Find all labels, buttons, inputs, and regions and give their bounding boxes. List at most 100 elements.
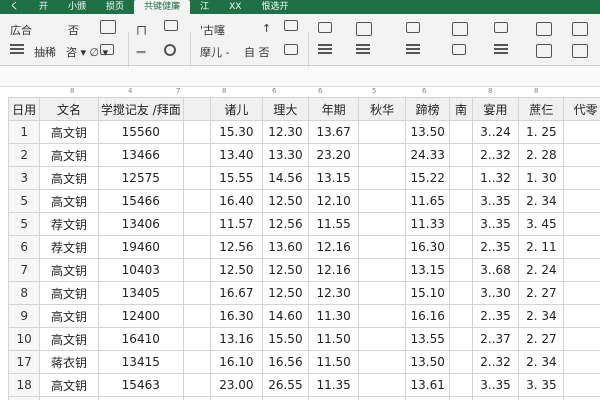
table-cell[interactable]: [563, 189, 600, 213]
ribbon-btn-name[interactable]: '古噻: [200, 22, 225, 38]
ribbon-btn-define[interactable]: 摩儿 -: [200, 44, 229, 60]
window-icon[interactable]: [572, 22, 588, 36]
table-cell[interactable]: [449, 235, 473, 259]
table-cell[interactable]: [182, 396, 211, 400]
table-cell[interactable]: 24.33: [404, 143, 451, 167]
table-cell[interactable]: 12.30: [261, 120, 309, 144]
table-cell[interactable]: [449, 327, 473, 351]
table-cell[interactable]: [563, 396, 600, 400]
row-number[interactable]: 5: [7, 212, 41, 236]
table-cell[interactable]: [182, 373, 211, 397]
table-cell[interactable]: 12.56: [261, 212, 309, 236]
table-cell[interactable]: [358, 212, 406, 236]
table-cell[interactable]: 12.30: [307, 281, 360, 305]
table-cell[interactable]: 2..35: [471, 235, 520, 259]
column-header[interactable]: 诸儿: [209, 97, 263, 121]
table-cell[interactable]: 2. 11: [518, 235, 565, 259]
paint-icon[interactable]: [406, 22, 420, 33]
tab-data[interactable]: 江: [190, 0, 219, 14]
table-cell[interactable]: 13.15: [404, 258, 451, 282]
table-cell[interactable]: 3..35: [471, 212, 520, 236]
table-cell[interactable]: 11.55: [307, 212, 360, 236]
ribbon-btn-merge[interactable]: 広合: [10, 22, 32, 38]
table-cell[interactable]: 3. 35: [518, 373, 565, 397]
table-cell[interactable]: 12400: [97, 304, 184, 328]
column-header[interactable]: 秋华: [358, 97, 406, 121]
table-cell[interactable]: 高文钥: [39, 189, 99, 213]
table-cell[interactable]: 3..68: [471, 258, 520, 282]
table-cell[interactable]: [209, 396, 263, 400]
table-cell[interactable]: [449, 166, 473, 190]
table-cell[interactable]: 11.33: [404, 212, 451, 236]
menu-icon[interactable]: [494, 44, 508, 54]
table-cell[interactable]: [471, 396, 520, 400]
column-header[interactable]: 南: [449, 97, 473, 121]
table-cell[interactable]: [563, 304, 600, 328]
table-cell[interactable]: 16.40: [209, 189, 263, 213]
table-cell[interactable]: 2. 27: [518, 327, 565, 351]
page-icon[interactable]: [494, 22, 508, 33]
table-cell[interactable]: 12.50: [261, 189, 309, 213]
table-cell[interactable]: [563, 373, 600, 397]
table-cell[interactable]: [358, 396, 406, 400]
table-cell[interactable]: [563, 327, 600, 351]
table-cell[interactable]: 3..30: [471, 281, 520, 305]
table-cell[interactable]: 12.16: [307, 258, 360, 282]
column-header[interactable]: 学搅记友 /拜面: [97, 97, 184, 121]
table-cell[interactable]: 13415: [97, 350, 184, 374]
table-cell[interactable]: 13.16: [209, 327, 263, 351]
table-cell[interactable]: 11.57: [209, 212, 263, 236]
tab-file[interactable]: 开: [29, 0, 58, 14]
table-cell[interactable]: [449, 373, 473, 397]
table-cell[interactable]: 13.50: [404, 120, 451, 144]
table-cell[interactable]: 12.56: [209, 235, 263, 259]
tab-home[interactable]: 小颁: [58, 0, 96, 14]
window-2-icon[interactable]: [572, 44, 588, 58]
table-cell[interactable]: [358, 304, 406, 328]
table-cell[interactable]: [358, 120, 406, 144]
table-cell[interactable]: 2. 34: [518, 304, 565, 328]
table-cell[interactable]: 2. 34: [518, 350, 565, 374]
table-cell[interactable]: 12575: [97, 166, 184, 190]
table-cell[interactable]: 荐文钥: [39, 212, 99, 236]
table-cell[interactable]: [449, 281, 473, 305]
row-number[interactable]: 6: [7, 235, 41, 259]
table-cell[interactable]: 11.30: [307, 304, 360, 328]
table-cell[interactable]: [358, 189, 406, 213]
table-cell[interactable]: 15.10: [404, 281, 451, 305]
column-header[interactable]: [182, 97, 211, 121]
table-cell[interactable]: 16.30: [404, 235, 451, 259]
table-cell[interactable]: 11.50: [307, 327, 360, 351]
table-cell[interactable]: 高文钥: [39, 304, 99, 328]
row-number[interactable]: 5: [7, 189, 41, 213]
arrow-icon[interactable]: [318, 44, 332, 54]
table-cell[interactable]: 15466: [97, 189, 184, 213]
table-cell[interactable]: 3. 45: [518, 212, 565, 236]
table-cell[interactable]: [449, 143, 473, 167]
table-cell[interactable]: 14.60: [261, 304, 309, 328]
table-cell[interactable]: [358, 281, 406, 305]
table-cell[interactable]: [563, 120, 600, 144]
table-cell[interactable]: [449, 396, 473, 400]
table-cell[interactable]: 高文钥: [39, 258, 99, 282]
table-cell[interactable]: [358, 373, 406, 397]
table-cell[interactable]: 11.50: [307, 350, 360, 374]
table-cell[interactable]: 1. 25: [518, 120, 565, 144]
search-icon[interactable]: [164, 44, 176, 56]
table-cell[interactable]: [563, 212, 600, 236]
compare-menu[interactable]: ᆖ: [136, 44, 146, 60]
table-cell[interactable]: [563, 143, 600, 167]
table-cell[interactable]: 12162: [97, 396, 184, 400]
table-cell[interactable]: [518, 396, 565, 400]
table-cell[interactable]: [449, 189, 473, 213]
back-icon[interactable]: く: [0, 0, 29, 14]
table-cell[interactable]: [182, 235, 211, 259]
table-cell[interactable]: [563, 281, 600, 305]
table-cell[interactable]: 13466: [97, 143, 184, 167]
table-cell[interactable]: 高文钥: [39, 120, 99, 144]
table-cell[interactable]: 16.30: [209, 304, 263, 328]
table-cell[interactable]: 15560: [97, 120, 184, 144]
row-number[interactable]: 13: [7, 396, 41, 400]
ribbon-btn-sort[interactable]: 抽稀: [34, 44, 56, 60]
calc-icon[interactable]: [452, 22, 468, 36]
